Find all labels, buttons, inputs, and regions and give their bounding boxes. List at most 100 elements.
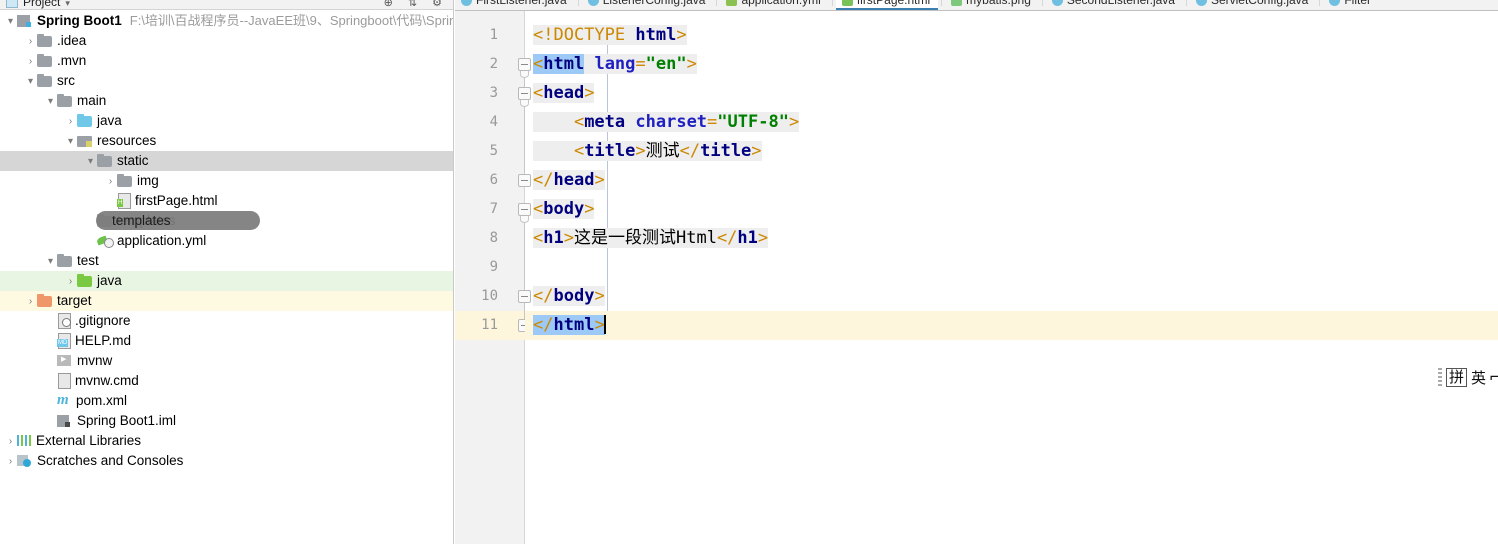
chevron-down-icon[interactable]: ▾: [4, 12, 17, 32]
panel-toolbar[interactable]: ⊕ ⇅ ⚙: [384, 0, 448, 9]
tree-item-mvnw.cmd[interactable]: › mvnw.cmd: [0, 371, 453, 391]
tree-item-.mvn[interactable]: › .mvn: [0, 51, 453, 71]
editor-tab-servletconfig-java[interactable]: ServletConfig.java: [1190, 0, 1316, 10]
folder-icon: [57, 94, 72, 107]
tree-item-java[interactable]: › java: [0, 271, 453, 291]
code-token: </: [679, 141, 701, 161]
code-line-4[interactable]: <meta charset="UTF-8">: [525, 108, 1498, 137]
tree-spacer: ›: [44, 392, 57, 412]
editor-tab-firstpage-html[interactable]: firstPage.html: [835, 0, 939, 10]
ime-floating-bar[interactable]: 拼 英 ⌐: [1438, 365, 1498, 389]
tree-item-scratches-and-consoles[interactable]: › Scratches and Consoles: [0, 451, 453, 471]
editor-tab-application-yml[interactable]: application.yml: [720, 0, 828, 10]
scratches-icon: [17, 454, 32, 467]
chevron-right-icon[interactable]: ›: [64, 272, 77, 292]
line-number[interactable]: 3: [458, 79, 498, 108]
code-editor[interactable]: 1 2 3 4 5 6 7 8 9 10 11 <!DOCTYPE html> <html lang=…: [455, 11, 1498, 544]
code-token: charset: [635, 112, 708, 132]
line-number[interactable]: 11: [458, 311, 498, 340]
chevron-down-icon[interactable]: ▾: [24, 72, 37, 92]
tree-item-external-libraries[interactable]: › External Libraries: [0, 431, 453, 451]
chevron-down-icon[interactable]: ▾: [65, 0, 70, 9]
line-number[interactable]: 5: [458, 137, 498, 166]
code-line-1[interactable]: <!DOCTYPE html>: [525, 21, 1498, 50]
chevron-right-icon[interactable]: ›: [24, 32, 37, 52]
tree-item-test[interactable]: ▾ test: [0, 251, 453, 271]
editor-tab-filter[interactable]: Filter: [1323, 0, 1379, 10]
line-number[interactable]: 9: [458, 253, 498, 282]
code-line-3[interactable]: <head>: [525, 79, 1498, 108]
editor-gutter[interactable]: 1 2 3 4 5 6 7 8 9 10 11: [455, 11, 525, 544]
editor-tab-listenerconfig-java[interactable]: ListenerConfig.java: [582, 0, 714, 10]
chevron-right-icon[interactable]: ›: [4, 432, 17, 452]
project-icon: [6, 0, 18, 8]
project-tree[interactable]: ▾ Spring Boot1 F:\培训\百战程序员--JavaEE班\9、Spri…: [0, 11, 453, 471]
tree-item-.idea[interactable]: › .idea: [0, 31, 453, 51]
chevron-right-icon[interactable]: ›: [24, 292, 37, 312]
code-line-7[interactable]: <body>: [525, 195, 1498, 224]
ime-mode-button[interactable]: 拼: [1446, 367, 1468, 387]
tree-item-pom.xml[interactable]: › pom.xml: [0, 390, 453, 412]
editor-tab-firstlistener-java[interactable]: FirstListener.java: [455, 0, 575, 10]
code-line-content: <html lang="en">: [533, 54, 697, 74]
tree-item-static[interactable]: ▾ static: [0, 151, 453, 171]
tree-item-label: mvnw: [77, 353, 113, 368]
editor-code-area[interactable]: <!DOCTYPE html> <html lang="en"> <head> <m…: [525, 11, 1498, 544]
code-line-11[interactable]: </html>: [525, 311, 1498, 340]
ime-extra-icon[interactable]: ⌐: [1489, 368, 1498, 386]
tree-spacer: ›: [44, 412, 57, 432]
tree-item-java[interactable]: › java: [0, 111, 453, 131]
line-number[interactable]: 8: [458, 224, 498, 253]
chevron-right-icon[interactable]: ›: [4, 452, 17, 472]
tree-item-spring-boot1.iml[interactable]: › Spring Boot1.iml: [0, 411, 453, 431]
code-token: >: [686, 54, 697, 74]
code-token: <: [533, 199, 544, 219]
editor-tab-secondlistener-java[interactable]: SecondListener.java: [1046, 0, 1183, 10]
chevron-down-icon[interactable]: ▾: [44, 92, 57, 112]
chevron-right-icon[interactable]: ›: [104, 172, 117, 192]
line-number[interactable]: 4: [458, 108, 498, 137]
code-token: html: [635, 25, 677, 45]
line-number[interactable]: 2: [458, 50, 498, 79]
chevron-right-icon[interactable]: ›: [24, 52, 37, 72]
chevron-down-icon[interactable]: ▾: [44, 252, 57, 272]
code-line-content: <head>: [533, 83, 595, 103]
code-line-content: <meta charset="UTF-8">: [533, 112, 800, 132]
java-class-icon: [461, 0, 472, 6]
tree-item-mvnw[interactable]: › mvnw: [0, 351, 453, 371]
line-number[interactable]: 6: [458, 166, 498, 195]
code-line-8[interactable]: <h1>这是一段测试Html</h1>: [525, 224, 1498, 253]
ime-language-button[interactable]: 英: [1471, 367, 1486, 388]
script-file-icon: [57, 353, 72, 367]
code-line-6[interactable]: </head>: [525, 166, 1498, 195]
text-cursor: [603, 315, 606, 334]
chevron-down-icon[interactable]: ▾: [84, 152, 97, 172]
chevron-down-icon[interactable]: ▾: [64, 132, 77, 152]
tree-item-resources[interactable]: ▾ resources: [0, 131, 453, 151]
tree-item-label: application.yml: [117, 233, 207, 248]
tree-item-.gitignore[interactable]: › .gitignore: [0, 311, 453, 331]
tree-item-help.md[interactable]: ›MD HELP.md: [0, 331, 453, 351]
tree-item-src[interactable]: ▾ src: [0, 71, 453, 91]
folder-icon: [37, 54, 52, 67]
line-number[interactable]: 1: [458, 21, 498, 50]
code-line-9[interactable]: [525, 253, 1498, 282]
tree-item-spring-boot1[interactable]: ▾ Spring Boot1 F:\培训\百战程序员--JavaEE班\9、Spri…: [0, 11, 453, 31]
tree-item-main[interactable]: ▾ main: [0, 91, 453, 111]
line-number[interactable]: 7: [458, 195, 498, 224]
tree-item-img[interactable]: › img: [0, 171, 453, 191]
line-number[interactable]: 10: [458, 282, 498, 311]
chevron-right-icon[interactable]: ›: [64, 112, 77, 132]
tree-item-label: java: [97, 113, 122, 128]
tree-item-application.yml[interactable]: › application.yml: [0, 231, 453, 251]
code-line-2[interactable]: <html lang="en">: [525, 50, 1498, 79]
editor-tab-strip[interactable]: FirstListener.java ListenerConfig.java app…: [455, 0, 1498, 11]
tree-item-target[interactable]: › target: [0, 291, 453, 311]
code-token: >: [563, 228, 574, 248]
code-line-10[interactable]: </body>: [525, 282, 1498, 311]
ime-drag-handle[interactable]: [1438, 368, 1442, 386]
tree-spacer: ›: [84, 232, 97, 252]
tree-item-firstpage.html[interactable]: ›HfirstPage.html: [0, 191, 453, 211]
code-line-5[interactable]: <title>测试</title>: [525, 137, 1498, 166]
editor-tab-mybatis-png[interactable]: mybatis.png: [945, 0, 1039, 10]
